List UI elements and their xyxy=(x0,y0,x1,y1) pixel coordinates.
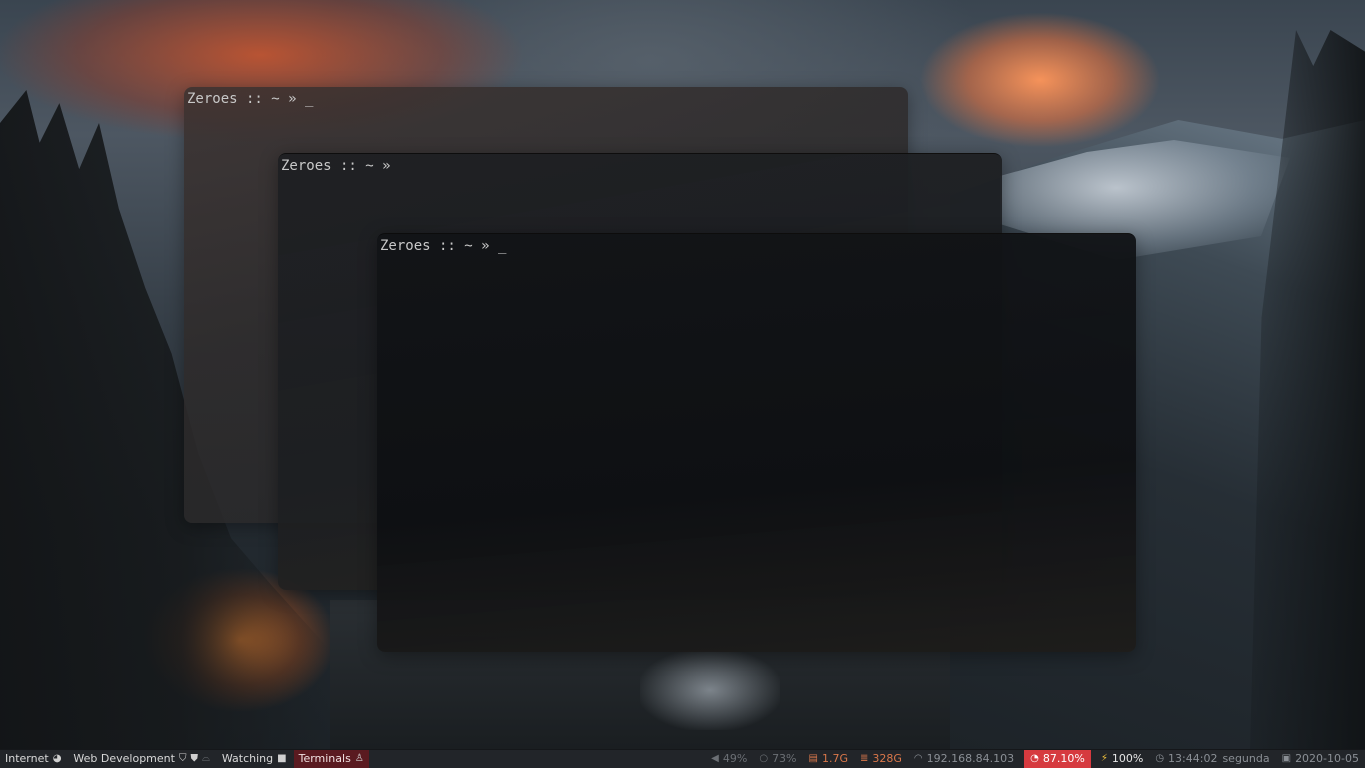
wifi-icon: ◠ xyxy=(913,753,923,764)
database-icon: ≣ xyxy=(860,753,869,764)
workspace-list: Internet ◕ Web Development ⛉ ⛊ ⌓ Watchin… xyxy=(0,750,369,768)
gamepad-icon: ⌓ xyxy=(201,753,210,764)
memory-chip-icon: ▤ xyxy=(808,753,818,764)
clock-weekday: segunda xyxy=(1222,752,1270,765)
bolt-icon: ⚡ xyxy=(1100,753,1108,764)
terminal-prompt[interactable]: Zeroes :: ~ » _ xyxy=(380,237,506,255)
disk-module: ≣ 328G xyxy=(854,750,908,768)
date-module[interactable]: ▣ 2020-10-05 xyxy=(1276,750,1365,768)
wallpaper-snow-patch xyxy=(640,650,780,730)
workspace-terminals[interactable]: Terminals ♙ xyxy=(293,750,369,768)
css3-icon: ⛊ xyxy=(190,753,198,764)
linux-icon: ♙ xyxy=(354,753,364,764)
calendar-icon: ▣ xyxy=(1281,753,1292,764)
workspace-label: Internet xyxy=(5,752,49,765)
workspace-web-development[interactable]: Web Development ⛉ ⛊ ⌓ xyxy=(68,750,214,768)
brightness-value: 73% xyxy=(772,752,797,765)
battery-value: 100% xyxy=(1111,752,1144,765)
memory-value: 1.7G xyxy=(821,752,848,765)
workspace-internet[interactable]: Internet ◕ xyxy=(0,750,66,768)
status-modules: ◀ 49% ○ 73% ▤ 1.7G ≣ 328G ◠ 192.168.84.1… xyxy=(705,750,1365,768)
battery-module: ⚡ 100% xyxy=(1095,750,1149,768)
speedometer-icon: ◔ xyxy=(1030,753,1039,764)
html5-icon: ⛉ xyxy=(178,753,187,764)
taskbar: Internet ◕ Web Development ⛉ ⛊ ⌓ Watchin… xyxy=(0,749,1365,768)
clock-time: 13:44:02 xyxy=(1168,752,1218,765)
volume-module[interactable]: ◀ 49% xyxy=(705,750,753,768)
workspace-label: Terminals xyxy=(298,752,351,765)
terminal-prompt[interactable]: Zeroes :: ~ » xyxy=(281,157,391,175)
workspace-label: Watching xyxy=(221,752,274,765)
workspace-label: Web Development xyxy=(73,752,175,765)
speaker-icon: ◀ xyxy=(711,753,719,764)
brightness-module[interactable]: ○ 73% xyxy=(753,750,802,768)
cpu-value: 87.10% xyxy=(1042,752,1085,765)
disk-value: 328G xyxy=(872,752,902,765)
network-module[interactable]: ◠ 192.168.84.103 xyxy=(908,750,1020,768)
terminal-window-3[interactable]: Zeroes :: ~ » _ xyxy=(377,233,1136,652)
video-camera-icon: ■ xyxy=(277,753,287,764)
date-value: 2020-10-05 xyxy=(1295,752,1359,765)
cpu-module: ◔ 87.10% xyxy=(1024,750,1091,768)
clock-module[interactable]: ◷ 13:44:02 segunda xyxy=(1149,750,1275,768)
volume-value: 49% xyxy=(722,752,748,765)
terminal-prompt[interactable]: Zeroes :: ~ » _ xyxy=(187,90,313,108)
clock-icon: ◷ xyxy=(1155,753,1165,764)
memory-module: ▤ 1.7G xyxy=(803,750,854,768)
ip-address: 192.168.84.103 xyxy=(926,752,1015,765)
pie-chart-icon: ◕ xyxy=(52,753,62,764)
workspace-watching[interactable]: Watching ■ xyxy=(217,750,292,768)
lightbulb-icon: ○ xyxy=(759,753,769,764)
